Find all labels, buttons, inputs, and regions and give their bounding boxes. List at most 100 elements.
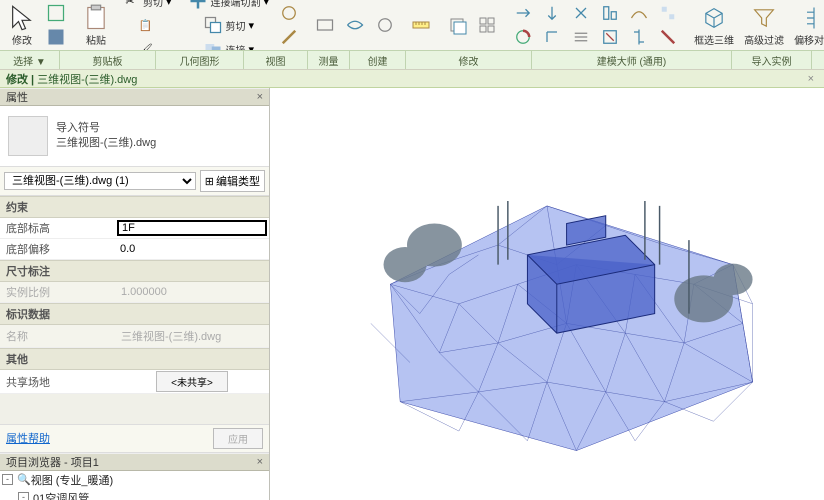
align-icon (800, 4, 824, 32)
link-cad-label: 连接端切割 (211, 0, 261, 9)
base-offset-input[interactable] (117, 241, 267, 257)
modify-tool[interactable] (625, 25, 653, 49)
tool-icon (513, 3, 533, 23)
ribbon-group-label: 几何图形 (156, 51, 244, 69)
chevron-down-icon: ▾ (264, 0, 270, 8)
modify-tool[interactable] (538, 1, 566, 25)
ribbon-group-label: 建模大师 (通用) (532, 51, 732, 69)
browser-panel-header: 项目浏览器 - 项目1 × (0, 453, 269, 471)
view-tool[interactable] (371, 13, 399, 37)
ribbon-tool[interactable] (275, 1, 303, 25)
context-title: 三维视图-(三维).dwg (37, 71, 137, 87)
prop-category[interactable]: 其他 (0, 348, 269, 370)
close-icon[interactable]: × (257, 456, 263, 468)
ribbon-group-label: 剪贴板 (60, 51, 156, 69)
ribbon-group-label: 视图 (244, 51, 308, 69)
type-line2: 三维视图-(三维).dwg (56, 136, 156, 151)
shared-site-button[interactable]: <未共享> (156, 371, 228, 392)
hide-filter-button[interactable]: 高级过滤 (740, 2, 788, 49)
context-close-icon[interactable]: × (804, 73, 818, 85)
apply-button[interactable]: 应用 (213, 428, 263, 449)
edit-3d-label: 框选三维 (694, 32, 734, 47)
ribbon-group-label: 修改 (406, 51, 532, 69)
ribbon-toolbar: 修改 粘贴 ✂剪切▾ 📋 🖌 连接端切割▾ 剪切▾ 连接▾ (0, 0, 824, 70)
copy-button[interactable]: 📋 (116, 13, 176, 37)
paste-button[interactable]: 粘贴 (78, 2, 114, 49)
measure-tool[interactable] (407, 13, 435, 37)
copy-icon: 📋 (136, 15, 156, 35)
tool-icon (629, 3, 649, 23)
modify-tool[interactable] (509, 25, 537, 49)
edit-3d-button[interactable]: 框选三维 (690, 2, 738, 49)
modify-tool[interactable] (538, 25, 566, 49)
modify-tool[interactable] (596, 25, 624, 49)
ribbon-small-btn[interactable] (42, 25, 70, 49)
modify-tool[interactable] (654, 25, 682, 49)
cube-select-icon (700, 4, 728, 32)
create-tool[interactable] (443, 13, 471, 37)
tool-icon (542, 3, 562, 23)
tree-item[interactable]: -01空调风管 (0, 489, 269, 500)
project-browser-tree[interactable]: - 🔍 视图 (专业_暖通) -01空调风管-01建模楼层平面: 建模-二层空调… (0, 471, 269, 500)
modify-tool[interactable] (509, 1, 537, 25)
create-tool[interactable] (473, 13, 501, 37)
edit-type-icon: ⊞ (205, 175, 214, 188)
square-icon (46, 3, 66, 23)
cursor-icon (8, 4, 36, 32)
prop-label: 实例比例 (0, 282, 115, 302)
tree-label: 视图 (专业_暖通) (31, 472, 114, 488)
prop-category[interactable]: 标识数据 (0, 303, 269, 325)
3d-viewport[interactable] (270, 88, 824, 500)
tool-icon (279, 27, 299, 47)
scissors-icon: ✂ (120, 0, 140, 11)
base-level-input[interactable] (117, 220, 267, 236)
modify-tool[interactable] (654, 1, 682, 25)
modify-tool[interactable] (567, 1, 595, 25)
ruler-icon (411, 15, 431, 35)
properties-help-link[interactable]: 属性帮助 (6, 430, 50, 446)
close-icon[interactable]: × (257, 91, 263, 103)
view-icon (315, 15, 335, 35)
instance-selector[interactable]: 三维视图-(三维).dwg (1) (4, 172, 196, 190)
context-prefix: 修改 | (6, 71, 34, 87)
modify-tool[interactable] (625, 1, 653, 25)
edit-type-button[interactable]: ⊞ 编辑类型 (200, 170, 265, 192)
tool-icon (629, 27, 649, 47)
prop-category[interactable]: 尺寸标注 (0, 260, 269, 282)
view-tool[interactable] (311, 13, 339, 37)
align-button[interactable]: 偏移对齐 (790, 2, 824, 49)
edit-type-label: 编辑类型 (216, 173, 260, 189)
cut-button[interactable]: ✂剪切▾ (116, 0, 176, 13)
tool-icon (542, 27, 562, 47)
ribbon-group-label: 创建 (350, 51, 406, 69)
tree-toggle-icon[interactable]: - (18, 492, 29, 500)
tool-icon (279, 3, 299, 23)
name-value: 三维视图-(三维).dwg (117, 326, 267, 346)
tree-toggle-icon[interactable]: - (2, 474, 13, 485)
instance-selector-row: 三维视图-(三维).dwg (1) ⊞ 编辑类型 (0, 167, 269, 196)
ribbon-group-label: 选择 ▼ (0, 51, 60, 69)
ribbon-tool[interactable] (275, 25, 303, 49)
cut-geom-button[interactable]: 剪切▾ (184, 13, 274, 37)
create-icon (477, 15, 497, 35)
modify-tool-button[interactable]: 修改 (4, 2, 40, 49)
properties-title: 属性 (6, 89, 28, 105)
import-symbol-icon (8, 116, 48, 156)
tool-icon (600, 27, 620, 47)
ribbon-small-btn[interactable] (42, 1, 70, 25)
tool-icon (571, 3, 591, 23)
prop-label: 底部标高 (0, 218, 115, 238)
view-tool[interactable] (341, 13, 369, 37)
modify-tool[interactable] (567, 25, 595, 49)
type-selector-box[interactable]: 导入符号 三维视图-(三维).dwg (0, 106, 269, 167)
link-cad-button[interactable]: 连接端切割▾ (184, 0, 274, 13)
tree-root[interactable]: - 🔍 视图 (专业_暖通) (0, 471, 269, 489)
view-icon (375, 15, 395, 35)
create-icon (447, 15, 467, 35)
tool-icon (658, 3, 678, 23)
prop-label: 共享场地 (0, 372, 115, 392)
prop-category[interactable]: 约束 (0, 196, 269, 218)
cut-geom-icon (203, 15, 223, 35)
modify-tool[interactable] (596, 1, 624, 25)
main-area: 属性 × 导入符号 三维视图-(三维).dwg 三维视图-(三维).dwg (1… (0, 88, 824, 500)
